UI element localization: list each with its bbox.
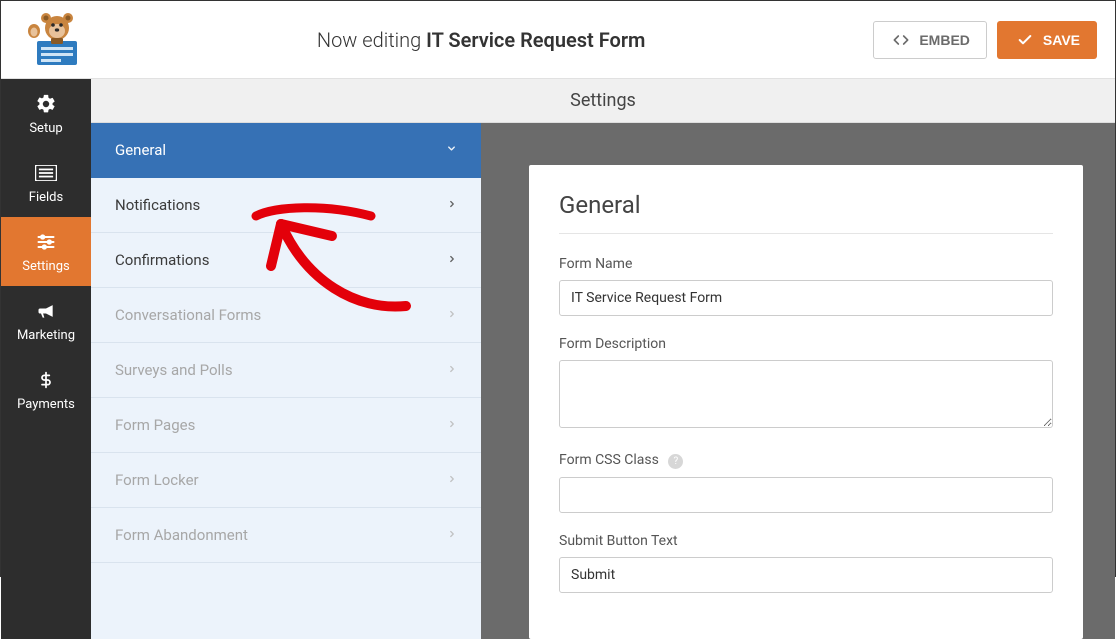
chevron-right-icon [447,528,457,542]
code-icon [890,29,912,51]
topbar-actions: EMBED SAVE [873,21,1097,59]
settings-menu-item-form-abandonment[interactable]: Form Abandonment [91,508,481,563]
embed-button-label: EMBED [919,32,970,48]
megaphone-icon [35,300,57,322]
nav-item-label: Payments [17,397,75,412]
settings-menu: General Notifications Confirmations [91,123,481,639]
form-description-label: Form Description [559,336,1053,352]
chevron-right-icon [447,308,457,322]
settings-menu-item-label: Form Locker [115,471,199,489]
workspace-header: Settings [91,79,1115,123]
app-logo [19,13,89,67]
settings-menu-item-conversational-forms[interactable]: Conversational Forms [91,288,481,343]
save-button-label: SAVE [1043,32,1080,48]
field-submit-button-text: Submit Button Text [559,533,1053,593]
form-name-label: Form Name [559,256,1053,272]
settings-menu-item-form-pages[interactable]: Form Pages [91,398,481,453]
settings-menu-item-label: Surveys and Polls [115,361,233,379]
chevron-right-icon [447,198,457,212]
form-css-class-label: Form CSS Class ? [559,452,1053,469]
nav-item-marketing[interactable]: Marketing [1,286,91,355]
editing-context: Now editing IT Service Request Form [89,28,873,52]
nav-item-settings[interactable]: Settings [1,217,91,286]
field-form-name: Form Name [559,256,1053,316]
settings-menu-item-general[interactable]: General [91,123,481,178]
field-form-css-class: Form CSS Class ? [559,452,1053,513]
form-description-input[interactable] [559,360,1053,428]
embed-button[interactable]: EMBED [873,21,987,59]
settings-menu-item-label: Form Pages [115,416,195,434]
settings-panel-general: General Form Name Form Description Form … [529,165,1083,639]
gear-icon [35,93,57,115]
chevron-right-icon [447,363,457,377]
list-icon [35,162,57,184]
form-css-class-input[interactable] [559,477,1053,513]
settings-menu-item-label: Conversational Forms [115,306,261,324]
chevron-down-icon [446,143,457,157]
nav-item-label: Setup [29,121,62,136]
form-name-input[interactable] [559,280,1053,316]
nav-item-payments[interactable]: Payments [1,355,91,424]
settings-menu-item-label: Notifications [115,196,200,214]
field-form-description: Form Description [559,336,1053,432]
nav-item-setup[interactable]: Setup [1,79,91,148]
editing-prefix: Now editing [317,28,426,52]
settings-panel-wrap: General Form Name Form Description Form … [481,123,1115,639]
settings-menu-item-notifications[interactable]: Notifications [91,178,481,233]
settings-menu-item-label: Confirmations [115,251,209,269]
check-icon [1014,29,1036,51]
chevron-right-icon [447,253,457,267]
nav-item-label: Settings [22,259,69,274]
primary-nav: Setup Fields Settings Marketing Payments [1,79,91,639]
help-icon[interactable]: ? [668,454,683,469]
form-css-class-label-text: Form CSS Class [559,452,659,468]
workspace: Settings General Notifications [91,79,1115,639]
submit-button-text-label: Submit Button Text [559,533,1053,549]
chevron-right-icon [447,473,457,487]
settings-menu-item-confirmations[interactable]: Confirmations [91,233,481,288]
settings-menu-item-form-locker[interactable]: Form Locker [91,453,481,508]
workspace-title: Settings [570,90,636,111]
panel-heading: General [559,191,1053,234]
settings-menu-item-label: Form Abandonment [115,526,248,544]
dollar-icon [35,369,57,391]
nav-item-fields[interactable]: Fields [1,148,91,217]
submit-button-text-input[interactable] [559,557,1053,593]
nav-item-label: Fields [29,190,63,205]
editing-form-title: IT Service Request Form [426,28,645,52]
settings-menu-item-surveys-polls[interactable]: Surveys and Polls [91,343,481,398]
nav-item-label: Marketing [17,328,75,343]
chevron-right-icon [447,418,457,432]
sliders-icon [35,231,57,253]
top-bar: Now editing IT Service Request Form EMBE… [1,1,1115,79]
settings-menu-item-label: General [115,141,166,159]
save-button[interactable]: SAVE [997,21,1097,59]
